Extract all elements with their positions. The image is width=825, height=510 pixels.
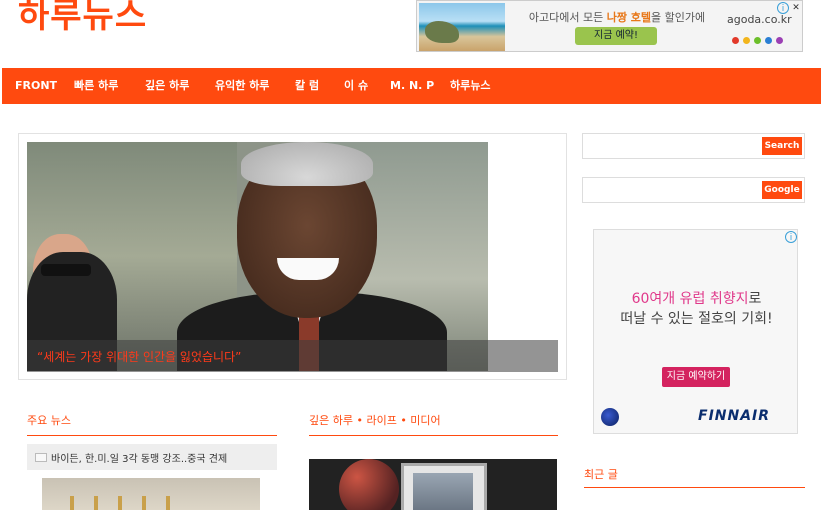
globe-logo-icon (601, 408, 619, 426)
search-box[interactable]: Search (582, 133, 805, 159)
nav-item-mnp[interactable]: M. N. P (390, 68, 434, 104)
section-divider (584, 487, 805, 488)
ad-cta-button[interactable]: 지금 예약하기 (662, 367, 730, 387)
nav-item-column[interactable]: 칼 럼 (295, 68, 319, 104)
ad-beach-image (419, 3, 505, 51)
nav-item-haru-news[interactable]: 하루뉴스 (450, 68, 490, 104)
info-icon[interactable]: i (777, 2, 789, 14)
ad-line-1: 60여개 유럽 취향지로 (631, 291, 762, 307)
news-thumbnail[interactable] (42, 478, 260, 510)
sidebar-ad[interactable]: i 60여개 유럽 취향지로 떠날 수 있는 절호의 기회! 지금 예약하기 F… (593, 229, 798, 434)
main-nav: FRONT 빠른 하루 깊은 하루 유익한 하루 칼 럼 이 슈 M. N. P… (2, 68, 821, 104)
news-list-item[interactable]: 바이든, 한.미.일 3각 동맹 강조..중국 견제 (27, 444, 277, 470)
site-title[interactable]: 하루뉴스 (18, 0, 147, 37)
close-icon[interactable]: ✕ (790, 2, 802, 14)
slide-caption[interactable]: “세계는 가장 위대한 인간을 잃었습니다” (37, 348, 241, 365)
ad-headline: 아고다에서 모든 나짱 호텔을 할인가에 (528, 11, 706, 24)
ad-brand: agoda.co.kr (727, 13, 792, 26)
slide-caption-bar[interactable]: “세계는 가장 위대한 인간을 잃었습니다” (27, 340, 558, 372)
ad-line-2: 떠날 수 있는 절호의 기회! (620, 311, 773, 327)
section-divider (27, 435, 277, 436)
nav-item-deep-day[interactable]: 깊은 하루 (145, 68, 189, 104)
page: 하루뉴스 아고다에서 모든 나짱 호텔을 할인가에 지금 예약! agoda.c… (0, 0, 825, 510)
sidebar-title-recent-posts: 최근 글 (584, 468, 618, 481)
ad-brand-logo: FINNAIR (698, 408, 771, 424)
section-divider (309, 435, 558, 436)
nav-item-fast-day[interactable]: 빠른 하루 (74, 68, 118, 104)
ad-brand-dots (732, 29, 787, 48)
nav-item-front[interactable]: FRONT (15, 68, 57, 104)
search-button[interactable]: Search (762, 137, 802, 155)
featured-image[interactable] (27, 142, 488, 371)
google-search-box[interactable]: Google (582, 177, 805, 203)
ad-cta-button[interactable]: 지금 예약! (575, 27, 657, 45)
section-title-deep-day: 깊은 하루 • 라이프 • 미디어 (309, 414, 441, 427)
top-banner-ad[interactable]: 아고다에서 모든 나짱 호텔을 할인가에 지금 예약! agoda.co.kr … (416, 0, 803, 52)
deep-day-thumbnail[interactable] (309, 459, 557, 510)
google-search-button[interactable]: Google (762, 181, 802, 199)
nav-item-useful-day[interactable]: 유익한 하루 (215, 68, 269, 104)
nav-item-issue[interactable]: 이 슈 (344, 68, 368, 104)
news-title[interactable]: 바이든, 한.미.일 3각 동맹 강조..중국 견제 (51, 450, 227, 465)
featured-slider[interactable]: “세계는 가장 위대한 인간을 잃었습니다” (18, 133, 567, 380)
section-title-main-news: 주요 뉴스 (27, 414, 71, 427)
article-icon (35, 453, 47, 462)
info-icon[interactable]: i (785, 231, 797, 243)
